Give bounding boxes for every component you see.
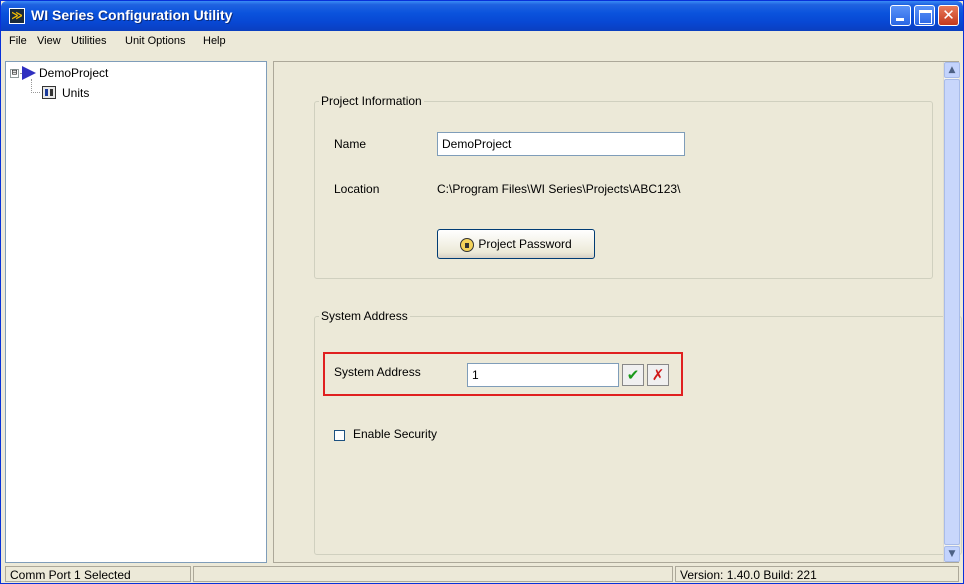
- status-middle: [193, 566, 673, 582]
- tree-node-units[interactable]: Units: [62, 86, 89, 100]
- lock-icon: [460, 237, 475, 252]
- close-icon: ✕: [942, 6, 955, 24]
- project-tree[interactable]: ⊟ DemoProject Units: [5, 61, 267, 563]
- app-icon[interactable]: ≫: [9, 8, 25, 24]
- project-password-label: Project Password: [478, 237, 572, 251]
- maximize-button[interactable]: [914, 5, 935, 26]
- project-information-legend: Project Information: [319, 94, 424, 108]
- system-address-field[interactable]: [467, 363, 619, 387]
- project-password-button[interactable]: Project Password: [437, 229, 595, 259]
- close-button[interactable]: ✕: [938, 5, 959, 26]
- menu-help[interactable]: Help: [203, 35, 226, 47]
- system-address-group: System Address System Address ✔ ✗ Enable…: [314, 309, 962, 555]
- menu-file[interactable]: File: [9, 35, 27, 47]
- location-value: C:\Program Files\WI Series\Projects\ABC1…: [437, 182, 681, 196]
- enable-security-checkbox[interactable]: [334, 430, 345, 441]
- tree-connector: [31, 79, 32, 93]
- x-icon: ✗: [651, 366, 665, 384]
- title-bar[interactable]: ≫ WI Series Configuration Utility ✕: [1, 1, 963, 31]
- location-label: Location: [334, 182, 380, 196]
- vertical-scrollbar[interactable]: ▲ ▼: [943, 62, 960, 562]
- project-arrow-icon: [22, 66, 36, 80]
- system-address-label: System Address: [334, 365, 421, 379]
- scroll-thumb[interactable]: [944, 79, 960, 545]
- tree-connector: [31, 92, 40, 93]
- scroll-up-button[interactable]: ▲: [944, 62, 960, 78]
- tree-collapse-toggle[interactable]: ⊟: [10, 69, 19, 78]
- status-comm-port: Comm Port 1 Selected: [5, 566, 191, 582]
- tree-node-demoproject[interactable]: DemoProject: [39, 66, 108, 80]
- project-name-field[interactable]: [437, 132, 685, 156]
- menu-unit-options[interactable]: Unit Options: [125, 35, 186, 47]
- menu-bar: File View Utilities Unit Options Help: [5, 32, 959, 52]
- system-address-legend: System Address: [319, 309, 410, 323]
- content-panel: Project Information Name Location C:\Pro…: [273, 61, 962, 563]
- confirm-address-button[interactable]: ✔: [622, 364, 644, 386]
- status-bar: Comm Port 1 Selected Version: 1.40.0 Bui…: [5, 565, 959, 583]
- enable-security-label[interactable]: Enable Security: [353, 427, 437, 441]
- menu-utilities[interactable]: Utilities: [71, 35, 106, 47]
- cancel-address-button[interactable]: ✗: [647, 364, 669, 386]
- name-label: Name: [334, 137, 367, 151]
- project-information-group: Project Information Name Location C:\Pro…: [314, 94, 933, 279]
- units-icon: [42, 86, 56, 99]
- app-window: ≫ WI Series Configuration Utility ✕ File…: [0, 0, 964, 584]
- status-version: Version: 1.40.0 Build: 221: [675, 566, 959, 582]
- scroll-down-button[interactable]: ▼: [944, 546, 960, 562]
- window-title: WI Series Configuration Utility: [31, 7, 233, 23]
- menu-view[interactable]: View: [37, 35, 61, 47]
- check-icon: ✔: [626, 366, 640, 384]
- minimize-button[interactable]: [890, 5, 911, 26]
